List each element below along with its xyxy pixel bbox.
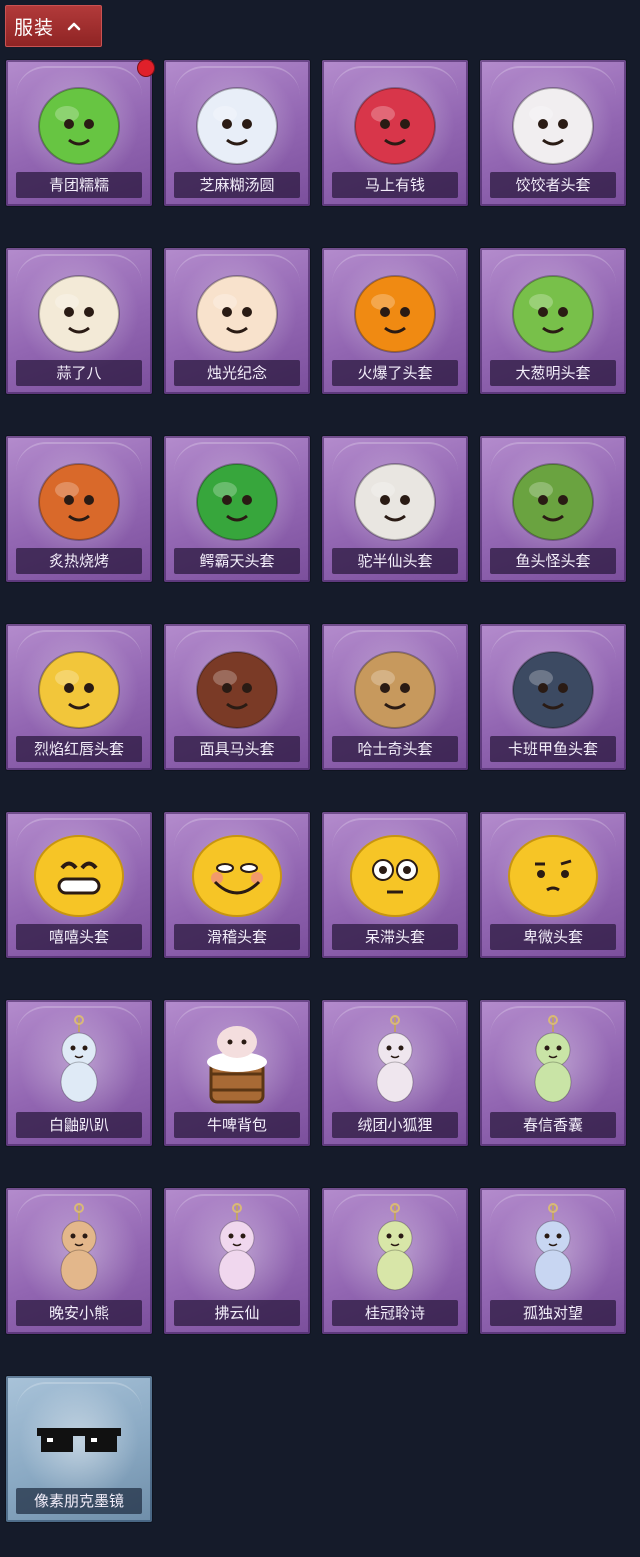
rice-dumpling-icon [196,87,278,165]
costume-name: 鱼头怪头套 [490,548,616,574]
costume-card[interactable]: 马上有钱 [322,60,468,206]
costume-name: 蒜了八 [16,360,142,386]
candle-head-icon [196,275,278,353]
costume-name: 像素朋克墨镜 [16,1488,142,1514]
costume-name: 烈焰红唇头套 [16,736,142,762]
costume-card[interactable]: 绒团小狐狸 [322,1000,468,1146]
horse-mask-icon [196,651,278,729]
costume-name: 孤独对望 [490,1300,616,1326]
costume-name: 绒团小狐狸 [332,1112,458,1138]
costume-name: 春信香囊 [490,1112,616,1138]
costume-name: 白鼬趴趴 [16,1112,142,1138]
fox-pendant-icon [376,1015,414,1103]
fire-head-icon [354,275,436,353]
beer-cow-backpack-icon [207,1026,267,1104]
laurel-pendant-icon [376,1203,414,1291]
costume-card[interactable]: 火爆了头套 [322,248,468,394]
costume-name: 面具马头套 [174,736,300,762]
costume-card[interactable]: 哈士奇头套 [322,624,468,770]
costume-card[interactable]: 大葱明头套 [480,248,626,394]
bbq-head-icon [38,463,120,541]
costume-name: 哈士奇头套 [332,736,458,762]
costume-card[interactable]: 炙热烧烤 [6,436,152,582]
costume-card[interactable]: 像素朋克墨镜 [6,1376,152,1522]
red-horse-head-icon [354,87,436,165]
costume-name: 晚安小熊 [16,1300,142,1326]
costume-name: 卡班甲鱼头套 [490,736,616,762]
section-title: 服装 [14,16,55,39]
funny-emoji-icon [192,835,282,917]
costume-name: 青团糯糯 [16,172,142,198]
white-ferret-icon [60,1015,98,1103]
chevron-up-icon [67,22,81,31]
costume-card[interactable]: 嘻嘻头套 [6,812,152,958]
costume-card[interactable]: 拂云仙 [164,1188,310,1334]
pikachu-head-icon [38,651,120,729]
costume-card[interactable]: 烛光纪念 [164,248,310,394]
costume-card[interactable]: 鳄霸天头套 [164,436,310,582]
costume-name: 烛光纪念 [174,360,300,386]
costume-name: 鳄霸天头套 [174,548,300,574]
costume-card[interactable]: 牛啤背包 [164,1000,310,1146]
new-item-dot [137,59,155,77]
costume-name: 大葱明头套 [490,360,616,386]
costume-name: 桂冠聆诗 [332,1300,458,1326]
costume-name: 牛啤背包 [174,1112,300,1138]
costume-card[interactable]: 青团糯糯 [6,60,152,206]
costume-card[interactable]: 呆滞头套 [322,812,468,958]
husky-head-icon [354,651,436,729]
costume-grid: 青团糯糯 芝麻糊汤圆 马上有钱 饺饺者头套 蒜了八 烛光纪念 火爆了头套 大葱明… [6,60,626,1522]
costume-card[interactable]: 卡班甲鱼头套 [480,624,626,770]
costume-name: 呆滞头套 [332,924,458,950]
costume-name: 卑微头套 [490,924,616,950]
costume-name: 饺饺者头套 [490,172,616,198]
costume-name: 嘻嘻头套 [16,924,142,950]
section-header-toggle[interactable]: 服装 [5,5,102,47]
bear-pendant-icon [60,1203,98,1291]
green-onion-head-icon [512,275,594,353]
costume-card[interactable]: 烈焰红唇头套 [6,624,152,770]
costume-card[interactable]: 晚安小熊 [6,1188,152,1334]
costume-name: 马上有钱 [332,172,458,198]
costume-card[interactable]: 孤独对望 [480,1188,626,1334]
fish-head-icon [512,463,594,541]
costume-card[interactable]: 桂冠聆诗 [322,1188,468,1334]
sachet-pendant-icon [534,1015,572,1103]
costume-name: 芝麻糊汤圆 [174,172,300,198]
panda-head-icon [354,463,436,541]
costume-card[interactable]: 芝麻糊汤圆 [164,60,310,206]
green-rice-ball-icon [38,87,120,165]
crocodile-head-icon [196,463,278,541]
dazed-emoji-icon [350,835,440,917]
costume-card[interactable]: 蒜了八 [6,248,152,394]
costume-card[interactable]: 饺饺者头套 [480,60,626,206]
grin-emoji-icon [34,835,124,917]
costume-name: 炙热烧烤 [16,548,142,574]
pixel-sunglasses-icon [37,1428,121,1452]
costume-name: 火爆了头套 [332,360,458,386]
costume-card[interactable]: 卑微头套 [480,812,626,958]
costume-card[interactable]: 面具马头套 [164,624,310,770]
dumpling-head-icon [512,87,594,165]
costume-card[interactable]: 白鼬趴趴 [6,1000,152,1146]
fairy-pendant-icon [218,1203,256,1291]
costume-card[interactable]: 春信香囊 [480,1000,626,1146]
costume-card[interactable]: 滑稽头套 [164,812,310,958]
costume-card[interactable]: 鱼头怪头套 [480,436,626,582]
garlic-head-icon [38,275,120,353]
humble-emoji-icon [508,835,598,917]
lonely-pendant-icon [534,1203,572,1291]
costume-name: 拂云仙 [174,1300,300,1326]
costume-name: 驼半仙头套 [332,548,458,574]
whale-head-icon [512,651,594,729]
costume-card[interactable]: 驼半仙头套 [322,436,468,582]
costume-name: 滑稽头套 [174,924,300,950]
